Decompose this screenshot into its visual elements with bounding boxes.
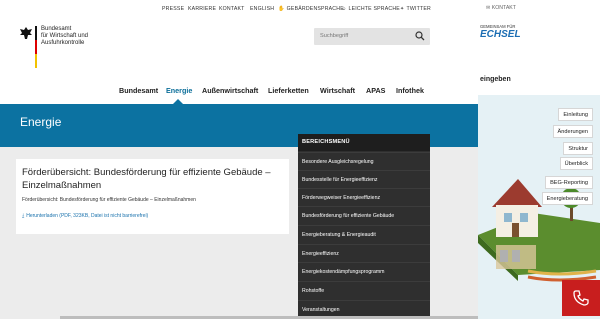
download-icon: ⤓: [22, 213, 25, 219]
menu-item-foerderwegweiser[interactable]: Förderwegweiser Energieeffizienz: [298, 188, 430, 206]
nav-item-aussenwirtschaft[interactable]: Außenwirtschaft: [202, 86, 258, 95]
top-link-kontakt[interactable]: KONTAKT: [219, 6, 245, 12]
menu-item-energieeffizienz[interactable]: Energieeffizienz: [298, 244, 430, 262]
menu-item-energieberatung[interactable]: Energieberatung & Energieaudit: [298, 225, 430, 243]
org-name-line3: Ausfuhrkontrolle: [41, 40, 85, 46]
menu-item-bundesstelle[interactable]: Bundesstelle für Energieeffizienz: [298, 170, 430, 188]
top-link-english[interactable]: ENGLISH: [250, 6, 274, 12]
top-link-presse[interactable]: PRESSE: [162, 6, 184, 12]
easy-language-icon: ☺: [341, 6, 347, 12]
menu-item-rohstoffe[interactable]: Rohstoffe: [298, 281, 430, 299]
page-title: Energie: [20, 115, 62, 129]
search-icon[interactable]: [415, 31, 425, 41]
side-kontakt-label: KONTAKT: [491, 5, 516, 11]
top-link-twitter-label: TWITTER: [406, 6, 431, 12]
side-button-ueberblick[interactable]: Überblick: [559, 157, 593, 170]
org-name-line1: Bundesamt: [41, 26, 72, 32]
menu-item-ausgleichsregelung[interactable]: Besondere Ausgleichsregelung: [298, 152, 430, 170]
side-button-einleitung[interactable]: Einleitung: [558, 108, 593, 121]
nav-item-wirtschaft[interactable]: Wirtschaft: [320, 86, 355, 95]
side-button-aenderungen[interactable]: Änderungen: [552, 125, 593, 138]
nav-item-infothek[interactable]: Infothek: [396, 86, 424, 95]
content-card: Förderübersicht: Bundesförderung für eff…: [16, 159, 289, 234]
side-logo-wordmark: ECHSEL: [480, 29, 521, 40]
top-link-leichte-sprache-label: LEICHTE SPRACHE: [348, 6, 400, 12]
side-button-struktur[interactable]: Struktur: [563, 142, 593, 155]
nav-item-energie[interactable]: Energie: [166, 86, 192, 95]
top-service-bar: PRESSE KARRIERE KONTAKT ENGLISH ✋ GEBÄRDE…: [0, 0, 478, 20]
sign-language-icon: ✋: [278, 6, 285, 12]
org-name-line2: für Wirtschaft und: [41, 33, 89, 39]
section-menu: BEREICHSMENÜ Besondere Ausgleichsregelun…: [298, 134, 430, 319]
german-flag: [35, 26, 37, 68]
main-page: PRESSE KARRIERE KONTAKT ENGLISH ✋ GEBÄRDE…: [0, 0, 478, 319]
search-placeholder: Suchbegriff: [320, 33, 349, 39]
nav-item-lieferketten[interactable]: Lieferketten: [268, 86, 309, 95]
menu-item-beg[interactable]: Bundesförderung für effiziente Gebäude: [298, 206, 430, 224]
phone-contact-button[interactable]: [562, 280, 600, 316]
top-link-karriere[interactable]: KARRIERE: [188, 6, 216, 12]
search-input[interactable]: Suchbegriff: [314, 28, 430, 45]
side-search-label: eingeben: [480, 76, 511, 83]
section-menu-header: BEREICHSMENÜ: [298, 134, 430, 151]
side-button-beg-reporting[interactable]: BEG-Reporting: [545, 176, 593, 189]
nav-item-bundesamt[interactable]: Bundesamt: [119, 86, 158, 95]
top-link-leichte-sprache[interactable]: ☺ LEICHTE SPRACHE: [341, 6, 400, 12]
download-link-label: Herunterladen (PDF, 323KB, Datei ist nic…: [26, 213, 149, 219]
card-subtitle: Förderübersicht: Bundesförderung für eff…: [22, 197, 196, 203]
twitter-icon: ✦: [400, 6, 405, 12]
federal-eagle-icon: [20, 27, 32, 39]
top-link-gebaerdensprache[interactable]: ✋ GEBÄRDENSPRACHE: [278, 6, 344, 12]
top-link-gebaerdensprache-label: GEBÄRDENSPRACHE: [286, 6, 344, 12]
external-site-panel: ✉ KONTAKT GEMEINSAM FÜR ECHSEL eingeben …: [478, 0, 600, 319]
site-header: Bundesamt für Wirtschaft und Ausfuhrkont…: [0, 20, 478, 104]
card-title: Förderübersicht: Bundesförderung für eff…: [22, 167, 271, 191]
side-button-energieberatung[interactable]: Energieberatung: [541, 192, 593, 205]
side-kontakt-link[interactable]: ✉ KONTAKT: [486, 5, 516, 11]
download-link[interactable]: ⤓ Herunterladen (PDF, 323KB, Datei ist ni…: [22, 213, 148, 219]
menu-item-energiekosten[interactable]: Energiekostendämpfungsprogramm: [298, 262, 430, 280]
top-link-twitter[interactable]: ✦ TWITTER: [400, 6, 431, 12]
nav-item-apas[interactable]: APAS: [366, 86, 385, 95]
phone-icon: [573, 290, 589, 306]
